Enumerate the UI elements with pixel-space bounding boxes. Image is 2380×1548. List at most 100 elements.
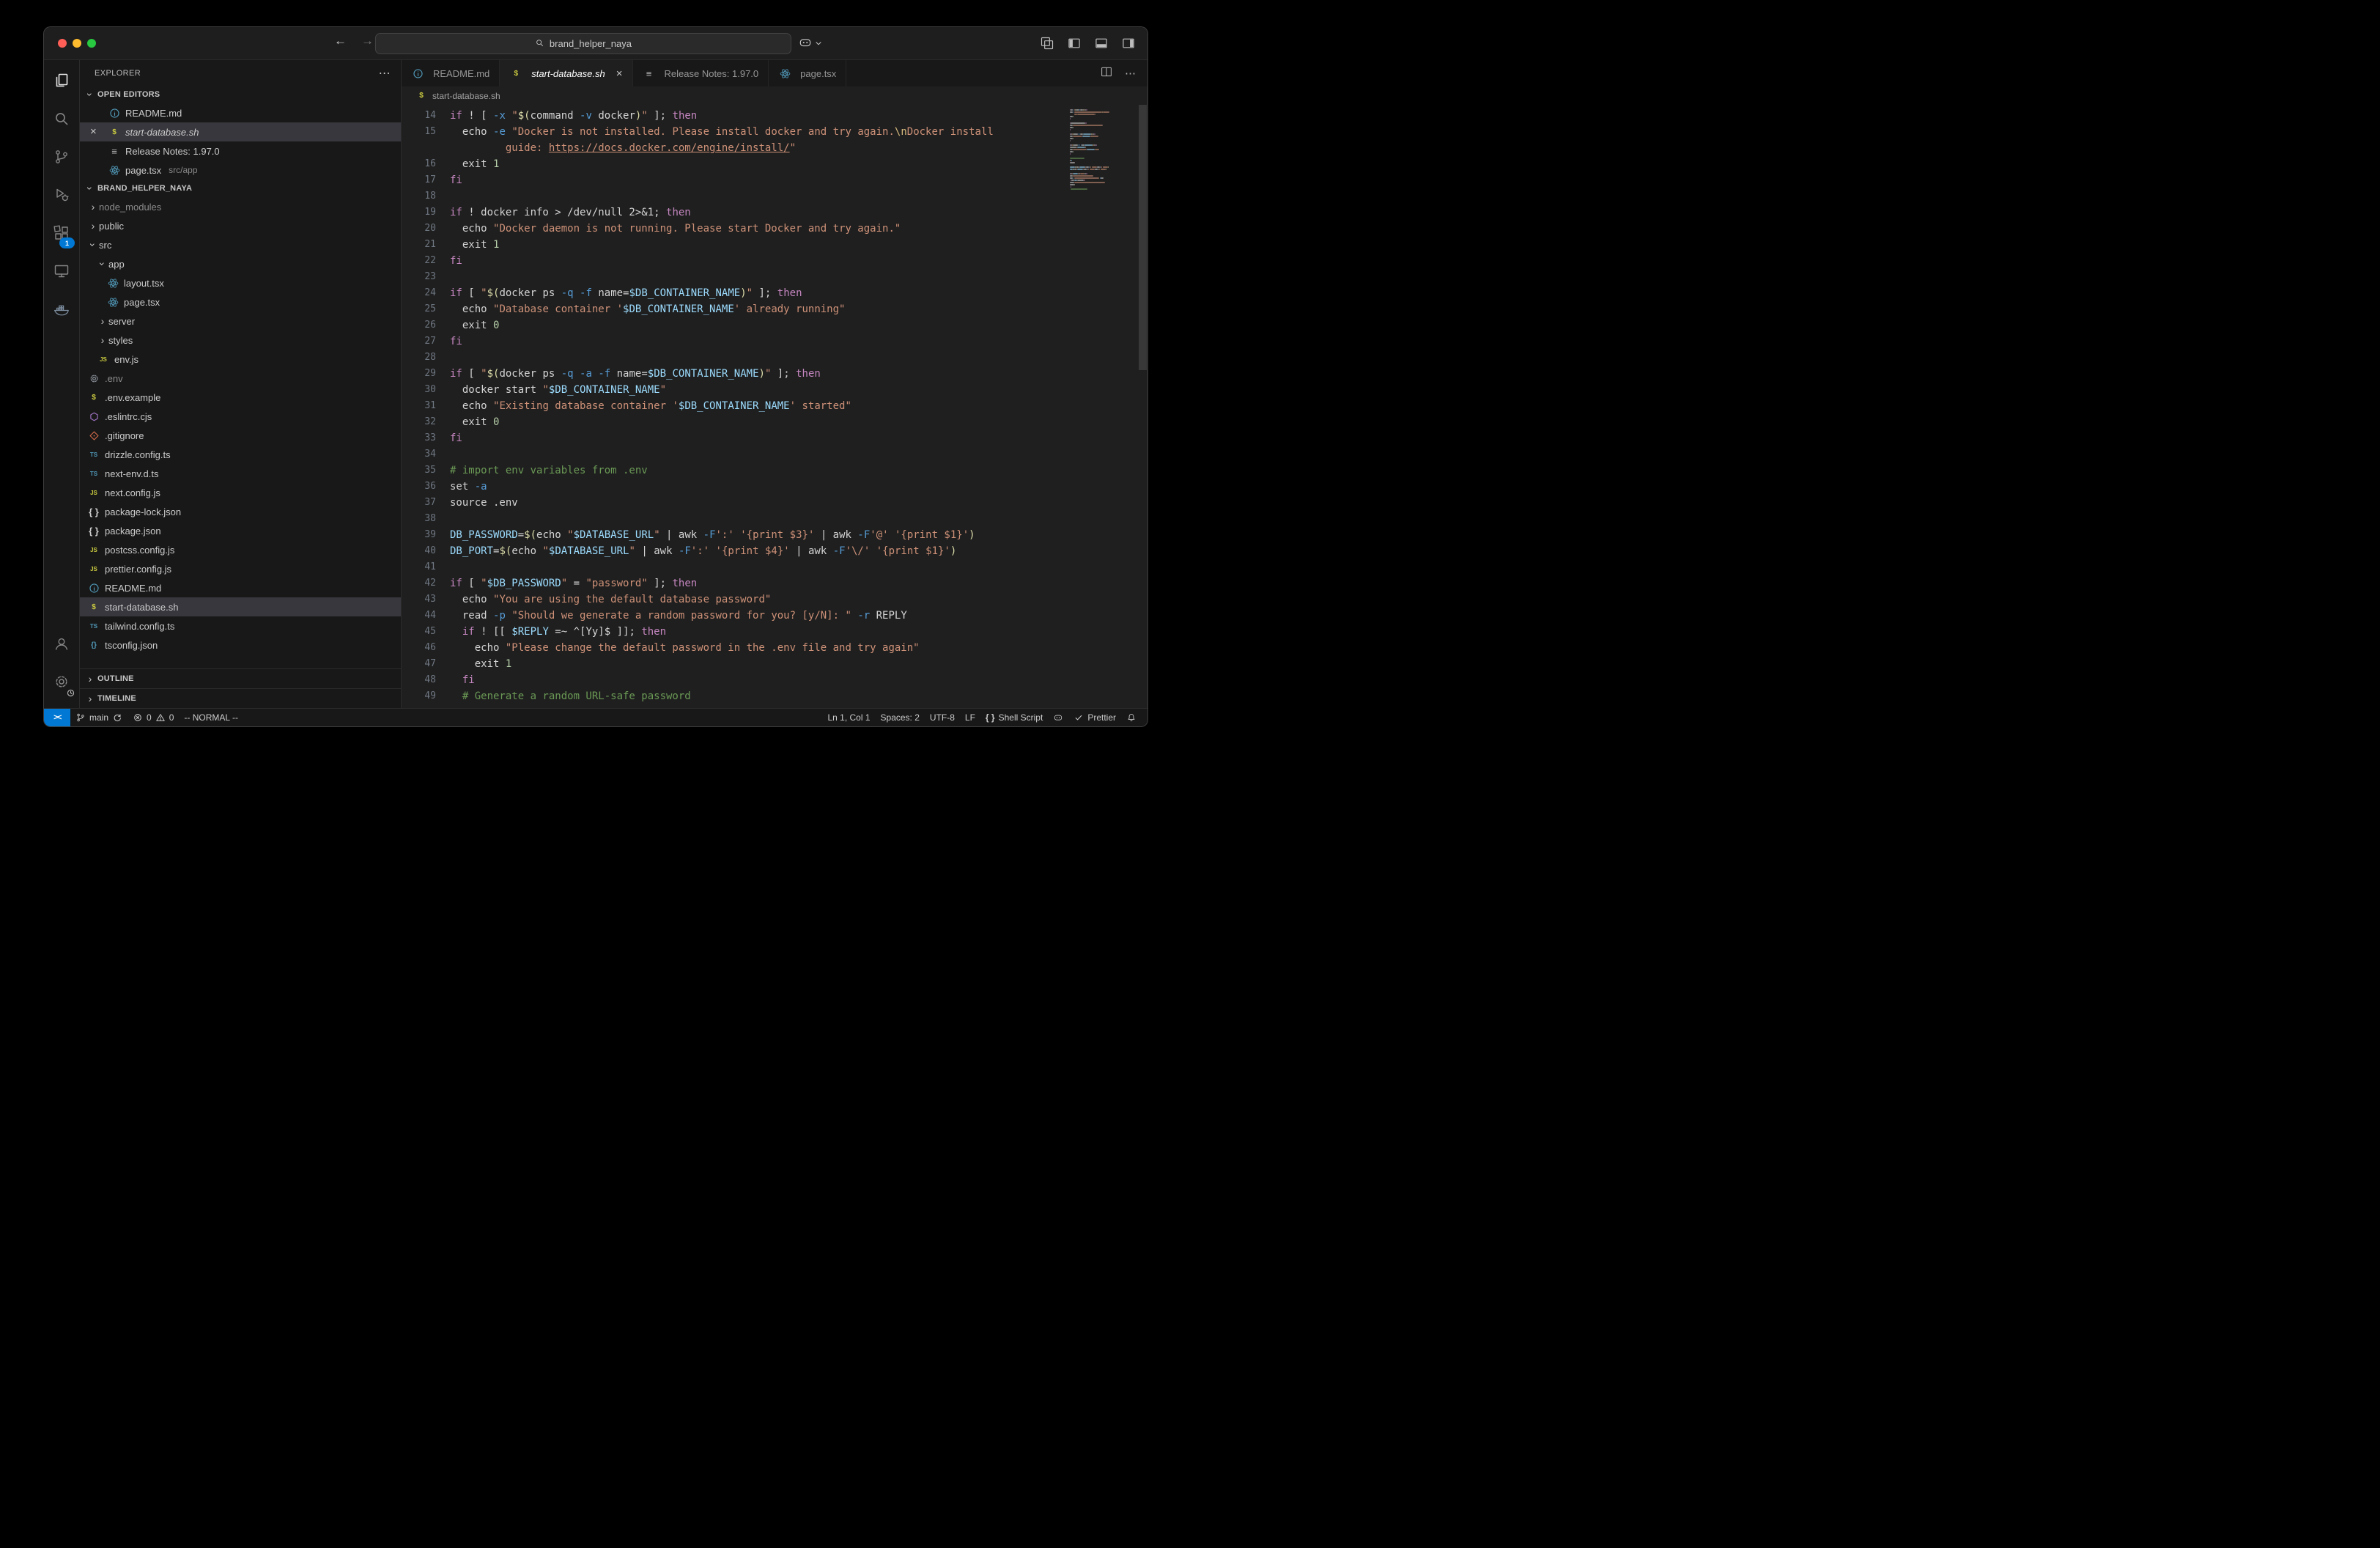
more-actions-icon[interactable]: ⋯ (379, 66, 391, 81)
tab-page.tsx[interactable]: page.tsx (769, 60, 846, 86)
tree-item-prettier.config.js[interactable]: JSprettier.config.js (80, 559, 401, 578)
tree-item-.gitignore[interactable]: .gitignore (80, 426, 401, 445)
tree-item-README.md[interactable]: README.md (80, 578, 401, 597)
activity-remote-explorer[interactable] (43, 254, 81, 292)
activity-search[interactable] (43, 101, 81, 139)
activity-explorer[interactable] (43, 63, 81, 101)
code-line-44[interactable]: 44 read -p "Should we generate a random … (402, 608, 1060, 624)
code-line-40[interactable]: 40DB_PORT=$(echo "$DATABASE_URL" | awk -… (402, 543, 1060, 559)
status-encoding[interactable]: UTF-8 (925, 709, 960, 726)
tree-item-env.js[interactable]: JSenv.js (80, 350, 401, 369)
tree-item-.env.example[interactable]: $.env.example (80, 388, 401, 407)
status-copilot[interactable] (1048, 709, 1068, 726)
tree-item-package.json[interactable]: { }package.json (80, 521, 401, 540)
tab-README.md[interactable]: README.md (402, 60, 500, 86)
activity-extensions[interactable]: 1 (43, 215, 81, 254)
code-line-49[interactable]: 49 # Generate a random URL-safe password (402, 688, 1060, 704)
code-line-48[interactable]: 48 fi (402, 672, 1060, 688)
tree-item-next-env.d.ts[interactable]: TSnext-env.d.ts (80, 464, 401, 483)
tree-item-start-database.sh[interactable]: $start-database.sh (80, 597, 401, 616)
code-line-46[interactable]: 46 echo "Please change the default passw… (402, 640, 1060, 656)
status-vim-mode[interactable]: -- NORMAL -- (179, 709, 243, 726)
tree-item-tsconfig.json[interactable]: {}tsconfig.json (80, 635, 401, 655)
zoom-button[interactable] (87, 39, 96, 48)
code-line-14[interactable]: 14if ! [ -x "$(command -v docker)" ]; th… (402, 108, 1060, 124)
code-line-wrap[interactable]: guide: https://docs.docker.com/engine/in… (402, 140, 1060, 156)
tree-item-postcss.config.js[interactable]: JSpostcss.config.js (80, 540, 401, 559)
tree-item-package-lock.json[interactable]: { }package-lock.json (80, 502, 401, 521)
code-line-17[interactable]: 17fi (402, 172, 1060, 188)
status-indentation[interactable]: Spaces: 2 (876, 709, 925, 726)
command-center[interactable]: brand_helper_naya (375, 33, 791, 54)
code-line-35[interactable]: 35# import env variables from .env (402, 462, 1060, 479)
status-cursor-position[interactable]: Ln 1, Col 1 (822, 709, 875, 726)
code-line-16[interactable]: 16 exit 1 (402, 156, 1060, 172)
back-arrow-icon[interactable]: ← (334, 34, 347, 48)
open-editor-page.tsx[interactable]: page.tsxsrc/app (80, 161, 401, 180)
scrollbar-thumb[interactable] (1139, 105, 1147, 370)
code-line-33[interactable]: 33fi (402, 430, 1060, 446)
code-line-20[interactable]: 20 echo "Docker daemon is not running. P… (402, 221, 1060, 237)
tree-folder-node_modules[interactable]: ›node_modules (80, 197, 401, 216)
code-line-28[interactable]: 28 (402, 350, 1060, 366)
tab-Release Notes: 1.97.0[interactable]: ≡Release Notes: 1.97.0 (633, 60, 769, 86)
code-line-32[interactable]: 32 exit 0 (402, 414, 1060, 430)
code-editor[interactable]: 14if ! [ -x "$(command -v docker)" ]; th… (402, 105, 1148, 708)
minimize-button[interactable] (73, 39, 81, 48)
tree-folder-app[interactable]: ›app (80, 254, 401, 273)
layout-panel-icon[interactable] (1094, 36, 1109, 54)
status-remote[interactable]: >< (44, 709, 70, 726)
copilot-menu[interactable] (798, 35, 823, 54)
activity-run-debug[interactable] (43, 177, 81, 215)
status-eol[interactable]: LF (960, 709, 980, 726)
status-problems[interactable]: 00 (128, 709, 179, 726)
code-line-18[interactable]: 18 (402, 188, 1060, 204)
code-line-42[interactable]: 42if [ "$DB_PASSWORD" = "password" ]; th… (402, 575, 1060, 591)
split-editor-icon[interactable] (1100, 65, 1113, 82)
open-editor-start-database.sh[interactable]: ×$start-database.sh (80, 122, 401, 141)
activity-source-control[interactable] (43, 139, 81, 177)
activity-accounts[interactable] (43, 626, 81, 664)
code-line-21[interactable]: 21 exit 1 (402, 237, 1060, 253)
code-line-19[interactable]: 19if ! docker info > /dev/null 2>&1; the… (402, 204, 1060, 221)
section-project[interactable]: › BRAND_HELPER_NAYA (80, 180, 401, 197)
code-line-25[interactable]: 25 echo "Database container '$DB_CONTAIN… (402, 301, 1060, 317)
code-line-41[interactable]: 41 (402, 559, 1060, 575)
tree-folder-public[interactable]: ›public (80, 216, 401, 235)
code-line-23[interactable]: 23 (402, 269, 1060, 285)
code-line-38[interactable]: 38 (402, 511, 1060, 527)
layout-grid-icon[interactable] (1040, 36, 1054, 54)
code-line-34[interactable]: 34 (402, 446, 1060, 462)
code-line-43[interactable]: 43 echo "You are using the default datab… (402, 591, 1060, 608)
section-outline[interactable]: › OUTLINE (80, 668, 401, 688)
close-icon[interactable]: × (616, 67, 623, 80)
code-line-47[interactable]: 47 exit 1 (402, 656, 1060, 672)
tree-folder-server[interactable]: ›server (80, 312, 401, 331)
status-notifications[interactable] (1121, 709, 1142, 726)
activity-docker[interactable] (43, 292, 81, 330)
breadcrumb[interactable]: $ start-database.sh (402, 86, 1148, 105)
tree-item-next.config.js[interactable]: JSnext.config.js (80, 483, 401, 502)
layout-sidebar-right-icon[interactable] (1121, 36, 1136, 54)
code-line-26[interactable]: 26 exit 0 (402, 317, 1060, 333)
close-icon[interactable]: × (90, 125, 97, 138)
open-editor-Release Notes: 1.97.0[interactable]: ≡Release Notes: 1.97.0 (80, 141, 401, 161)
editor-scrollbar[interactable] (1139, 105, 1147, 708)
code-line-29[interactable]: 29if [ "$(docker ps -q -a -f name=$DB_CO… (402, 366, 1060, 382)
code-line-31[interactable]: 31 echo "Existing database container '$D… (402, 398, 1060, 414)
status-language-mode[interactable]: { }Shell Script (980, 709, 1048, 726)
tree-item-.eslintrc.cjs[interactable]: .eslintrc.cjs (80, 407, 401, 426)
code-line-27[interactable]: 27fi (402, 333, 1060, 350)
forward-arrow-icon[interactable]: → (361, 34, 374, 48)
close-button[interactable] (58, 39, 67, 48)
code-line-37[interactable]: 37source .env (402, 495, 1060, 511)
ellipsis-icon[interactable]: ⋯ (1125, 67, 1136, 81)
activity-settings[interactable] (43, 664, 81, 702)
minimap[interactable] (1070, 109, 1136, 191)
status-prettier[interactable]: Prettier (1068, 709, 1121, 726)
tree-folder-src[interactable]: ›src (80, 235, 401, 254)
tree-item-tailwind.config.ts[interactable]: TStailwind.config.ts (80, 616, 401, 635)
open-editor-README.md[interactable]: README.md (80, 103, 401, 122)
tree-item-drizzle.config.ts[interactable]: TSdrizzle.config.ts (80, 445, 401, 464)
code-line-45[interactable]: 45 if ! [[ $REPLY =~ ^[Yy]$ ]]; then (402, 624, 1060, 640)
